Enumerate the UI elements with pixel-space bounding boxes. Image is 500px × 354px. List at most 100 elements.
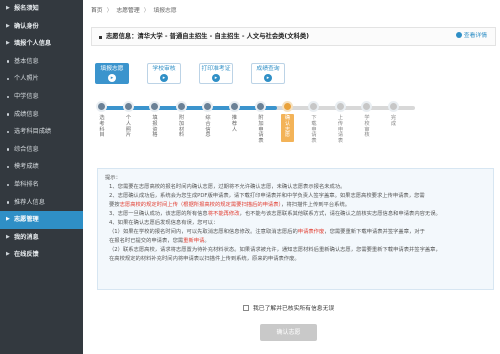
volunteer-info-text: 志愿信息：清华大学 - 普通自主招生 - 自主招生 - 人文与社会类(文科类) bbox=[106, 33, 310, 40]
sidebar-item[interactable]: 选考科目成绩 bbox=[0, 123, 83, 141]
arrow-right-icon: ▸ bbox=[160, 74, 168, 82]
tab-label: 成绩查询 bbox=[256, 66, 280, 72]
notice-line: 要按志愿高校的规定时间上传（根据所报高校的规定需要扫描后的申请表），将扫描件上传… bbox=[109, 202, 351, 208]
sidebar-item[interactable]: ▶ 填报个人信息 bbox=[0, 35, 83, 53]
bullet-icon bbox=[7, 60, 10, 63]
view-details-label: 查看详情 bbox=[463, 33, 487, 39]
breadcrumb-separator: 〉 bbox=[106, 8, 113, 14]
step-label: 填报资格 bbox=[152, 115, 158, 139]
bullet-icon bbox=[7, 95, 10, 98]
step-label: 个人照片 bbox=[125, 115, 132, 139]
notice-highlight: 将不能再修改 bbox=[207, 211, 240, 217]
bullet-icon bbox=[7, 165, 10, 169]
sidebar-item-label: 报名须知 bbox=[14, 5, 39, 12]
bullet-icon bbox=[99, 35, 102, 39]
step-label: 完成 bbox=[390, 115, 397, 127]
sidebar-item[interactable]: 个人照片 bbox=[0, 70, 83, 88]
notice-highlight: 申请表作废 bbox=[297, 229, 325, 235]
bullet-icon bbox=[7, 183, 10, 186]
sidebar-item-label: 综合信息 bbox=[14, 145, 39, 153]
bullet-icon bbox=[7, 77, 10, 81]
tab[interactable]: 成绩查询 ▸ bbox=[251, 63, 285, 84]
sidebar-item[interactable]: 中学信息 bbox=[0, 88, 83, 106]
volunteer-info-bar: 志愿信息：清华大学 - 普通自主招生 - 自主招生 - 人文与社会类(文科类) … bbox=[91, 27, 496, 46]
step-label: 推荐人 bbox=[231, 115, 238, 133]
bullet-icon bbox=[7, 148, 10, 151]
step-node-icon bbox=[228, 101, 240, 112]
bullet-icon bbox=[7, 130, 10, 134]
notice-box: 提示： 1、您需要在志愿高校的报名时间内确认志愿，过期将不允许确认志愿，未确认志… bbox=[97, 168, 494, 290]
arrow-right-icon: ▸ bbox=[264, 74, 272, 82]
step-node-icon bbox=[334, 101, 346, 112]
step-node-icon bbox=[308, 101, 319, 112]
step-node-icon bbox=[122, 101, 134, 112]
sidebar-item-label: 在线反馈 bbox=[14, 251, 39, 259]
step-label: 下载申请表 bbox=[311, 115, 317, 145]
chevron-right-icon: ▶ bbox=[6, 251, 10, 258]
chevron-right-icon: ▶ bbox=[6, 5, 10, 11]
view-details-link[interactable]: 查看详情 bbox=[455, 28, 487, 45]
tab-label: 学校审核 bbox=[152, 66, 176, 72]
step-node-icon bbox=[175, 101, 187, 112]
notice-line: （1）如果在学校的报名时间内，可以先取消志愿和信息修改。注意取消志愿后的申请表作… bbox=[109, 229, 425, 235]
sidebar-item-label: 个人照片 bbox=[14, 75, 39, 83]
sidebar-item-label: 推荐人信息 bbox=[14, 198, 45, 206]
agree-label: 我已了解并已核实所有信息无误 bbox=[253, 306, 335, 312]
breadcrumb: 首页〉志愿管理〉填报志愿 bbox=[91, 4, 177, 18]
sidebar-item-label: 成绩信息 bbox=[14, 110, 39, 118]
notice-line: 3、志愿一旦确认成功，该志愿的所有信息将不能再修改，也不能与该志愿联系其他联系方… bbox=[109, 211, 441, 217]
tab-label: 填报志愿 bbox=[100, 66, 124, 72]
sidebar-item-label: 中学信息 bbox=[14, 92, 39, 100]
sidebar-item-label: 基本信息 bbox=[14, 57, 39, 65]
step-label: 附加申请表 bbox=[258, 115, 264, 145]
notice-line: 在高校规定的材料补充时间内将申请表以扫描件上传到系统，原来的申请表作废。 bbox=[109, 256, 300, 262]
step-node-icon bbox=[255, 101, 266, 112]
sidebar-item[interactable]: 成绩信息 bbox=[0, 106, 83, 124]
sidebar-item[interactable]: 基本信息 bbox=[0, 53, 83, 71]
step-node-icon bbox=[361, 101, 372, 112]
step-label: 确认志愿 bbox=[284, 115, 291, 139]
sidebar-item[interactable]: ▶ 我的消息 bbox=[0, 229, 83, 247]
sidebar-item[interactable]: ▶ 志愿管理 bbox=[0, 211, 83, 229]
notice-title: 提示： bbox=[105, 175, 121, 181]
sidebar-item[interactable]: 综合信息 bbox=[0, 141, 83, 159]
breadcrumb-separator: 〉 bbox=[143, 8, 150, 14]
step-label: 综合信息 bbox=[205, 115, 211, 139]
notice-line: 1、您需要在志愿高校的报名时间内确认志愿，过期将不允许确认志愿，未确认志愿表示报… bbox=[109, 184, 346, 190]
sidebar-item[interactable]: 单科排名 bbox=[0, 176, 83, 194]
info-icon bbox=[455, 32, 462, 38]
sidebar-item-label: 选考科目成绩 bbox=[14, 128, 52, 136]
bullet-icon bbox=[7, 113, 10, 116]
notice-line: 在报名时已提交的申请表，您需重新申请。 bbox=[109, 238, 210, 244]
sidebar-item[interactable]: ▶ 报名须知 bbox=[0, 0, 83, 18]
chevron-right-icon: ▶ bbox=[6, 233, 10, 240]
confirm-volunteer-button[interactable]: 确认志愿 bbox=[260, 324, 317, 341]
sidebar-item[interactable]: ▶ 在线反馈 bbox=[0, 246, 83, 264]
tab[interactable]: 打印准考证 ▸ bbox=[199, 63, 233, 84]
tab[interactable]: 填报志愿 ▸ bbox=[95, 63, 129, 84]
tab[interactable]: 学校审核 ▸ bbox=[147, 63, 181, 84]
notice-highlight: 重新申请 bbox=[183, 238, 205, 244]
breadcrumb-current: 填报志愿 bbox=[153, 8, 177, 14]
main-content: 首页〉志愿管理〉填报志愿 志愿信息：清华大学 - 普通自主招生 - 自主招生 -… bbox=[83, 0, 500, 354]
sidebar-item[interactable]: 推荐人信息 bbox=[0, 194, 83, 212]
step-label: 上传申请表 bbox=[337, 115, 344, 145]
breadcrumb-section[interactable]: 志愿管理 bbox=[116, 8, 139, 14]
notice-highlight: 志愿高校的规定时间上传（根据所报高校的规定需要扫描后的申请表） bbox=[119, 202, 282, 208]
chevron-right-icon: ▶ bbox=[6, 22, 10, 29]
step-label: 学校审核 bbox=[364, 115, 370, 139]
agree-checkbox-row[interactable]: 我已了解并已核实所有信息无误 bbox=[243, 304, 334, 314]
breadcrumb-home[interactable]: 首页 bbox=[91, 8, 103, 14]
chevron-right-icon: ▶ bbox=[6, 40, 10, 47]
step-node-icon bbox=[387, 101, 399, 112]
notice-line: （2）联系志愿高校，请求将志愿置为待补充材料状态。如果请求被允许，通知志愿材料后… bbox=[109, 247, 441, 253]
arrow-right-icon: ▸ bbox=[212, 74, 220, 82]
sidebar-item[interactable]: ▶ 确认身份 bbox=[0, 18, 83, 36]
step-node-icon bbox=[281, 101, 293, 112]
sidebar-item-label: 确认身份 bbox=[14, 22, 39, 30]
chevron-right-icon: ▶ bbox=[6, 216, 10, 223]
sidebar-item[interactable]: 模考成绩 bbox=[0, 158, 83, 176]
agree-checkbox[interactable] bbox=[243, 305, 249, 311]
tab-label: 打印准考证 bbox=[201, 66, 231, 72]
bullet-icon bbox=[7, 201, 10, 204]
